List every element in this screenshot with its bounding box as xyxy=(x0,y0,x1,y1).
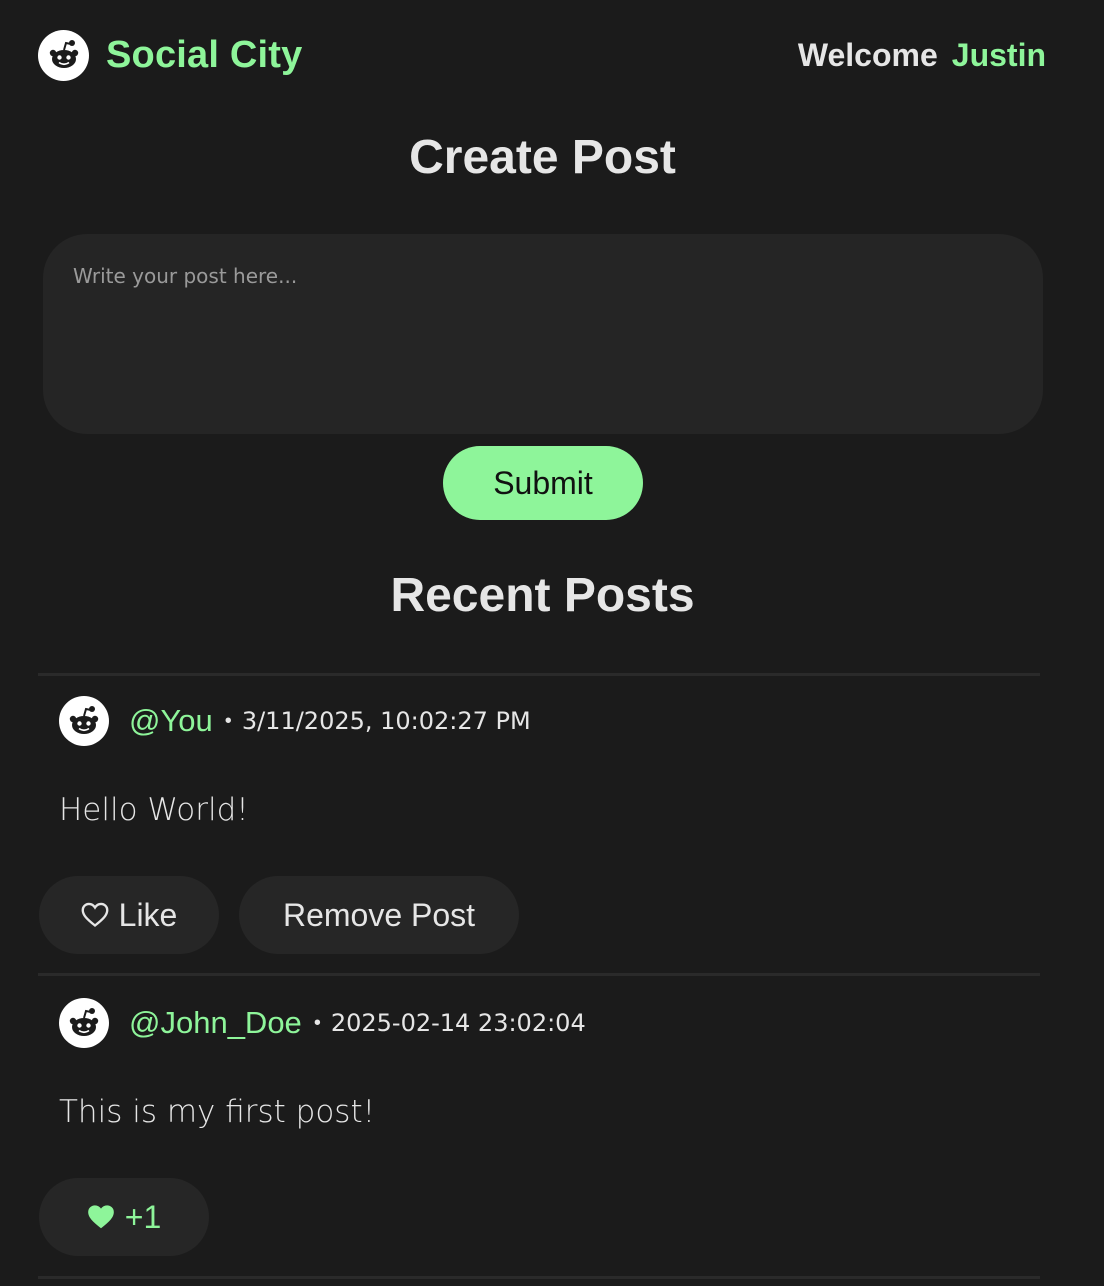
post-author-handle[interactable]: @John_Doe xyxy=(129,1005,302,1041)
post-item: @You • 3/11/2025, 10:02:27 PM Hello Worl… xyxy=(38,696,1040,956)
divider xyxy=(38,673,1040,676)
alien-mascot-icon xyxy=(69,1008,99,1036)
like-label: Like xyxy=(118,896,178,933)
separator-dot: • xyxy=(313,1011,321,1034)
alien-mascot-icon xyxy=(69,706,99,734)
alien-mascot-icon xyxy=(38,29,89,81)
heart-filled-icon xyxy=(87,1205,114,1229)
post-timestamp: 2025-02-14 23:02:04 xyxy=(330,1009,586,1037)
recent-posts-title: Recent Posts xyxy=(390,569,695,622)
like-button[interactable]: +1 xyxy=(39,1178,209,1256)
submit-button[interactable]: Submit xyxy=(443,446,643,520)
separator-dot: • xyxy=(224,709,232,732)
brand-name: Social City xyxy=(106,33,303,76)
heart-outline-icon xyxy=(81,902,109,927)
avatar[interactable] xyxy=(59,696,109,746)
remove-post-button[interactable]: Remove Post xyxy=(239,876,519,954)
brand[interactable]: Social City xyxy=(38,29,303,81)
divider xyxy=(38,973,1040,976)
post-author-handle[interactable]: @You xyxy=(129,703,213,739)
top-bar: Social City Welcome Justin xyxy=(38,28,1046,82)
post-body: This is my first post! xyxy=(59,1094,376,1130)
username[interactable]: Justin xyxy=(952,37,1046,74)
post-header: @John_Doe • 2025-02-14 23:02:04 xyxy=(59,998,586,1048)
post-item: @John_Doe • 2025-02-14 23:02:04 This is … xyxy=(38,998,1040,1258)
post-timestamp: 3/11/2025, 10:02:27 PM xyxy=(241,707,531,735)
create-post-title: Create Post xyxy=(409,131,676,184)
welcome-label: Welcome xyxy=(797,36,938,73)
avatar[interactable] xyxy=(59,998,109,1048)
post-body: Hello World! xyxy=(59,792,249,828)
post-header: @You • 3/11/2025, 10:02:27 PM xyxy=(59,696,531,746)
welcome-message: Welcome Justin xyxy=(798,37,1046,74)
post-input[interactable] xyxy=(43,234,1043,434)
divider xyxy=(38,1276,1040,1279)
like-button[interactable]: Like xyxy=(39,876,219,954)
like-count: +1 xyxy=(124,1198,162,1235)
